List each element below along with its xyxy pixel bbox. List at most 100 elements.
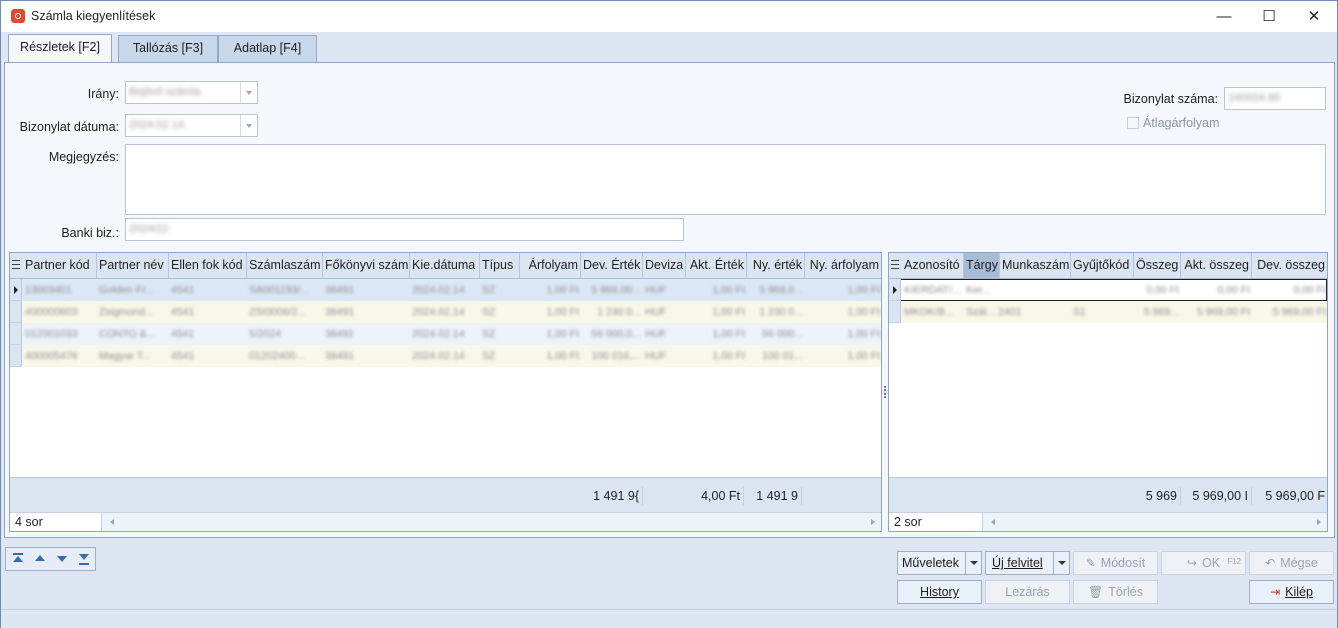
prev-record-button[interactable] (29, 548, 51, 570)
atlagarfolyam-checkbox[interactable] (1127, 117, 1139, 129)
megse-button[interactable]: ↶ Mégse (1249, 551, 1334, 575)
tab-adatlap[interactable]: Adatlap [F4] (218, 35, 317, 62)
cell-ny-arfolyam: 1,00 Ft (847, 306, 880, 318)
cell-tipus: SZ (482, 284, 496, 296)
irany-combo[interactable]: Bejövő számla (125, 81, 258, 104)
chevron-down-icon[interactable] (1053, 552, 1069, 574)
uj-felvitel-button[interactable]: Új felvitel (985, 551, 1070, 575)
scroll-left-icon[interactable] (991, 519, 995, 525)
irany-value: Bejövő számla (129, 86, 201, 98)
uj-felvitel-label: Új felvitel (992, 556, 1043, 570)
col-partner-nev[interactable]: Partner név (97, 253, 169, 278)
history-button[interactable]: History (897, 580, 982, 604)
col-akt-ertek[interactable]: Akt. Érték (686, 253, 747, 278)
cell-szamlaszam: 5/2024 (249, 328, 282, 340)
kilep-label: Kilép (1285, 585, 1313, 599)
cell-fokonyvi-szam: 38491 (325, 328, 355, 340)
cell-tipus: SZ (482, 350, 496, 362)
chevron-down-icon[interactable] (965, 552, 981, 574)
col-tipus[interactable]: Típus (480, 253, 520, 278)
col-ny-arfolyam[interactable]: Ny. árfolyam (805, 253, 881, 278)
modosit-button[interactable]: ✎ Módosít (1073, 551, 1158, 575)
col-targy[interactable]: Tárgy (964, 253, 1000, 278)
ok-label: OK (1202, 556, 1221, 570)
cell-ny-arfolyam: 1,00 Ft (847, 328, 880, 340)
torles-button[interactable]: 🗑 Törlés (1073, 580, 1158, 604)
row-indicator (889, 301, 901, 323)
table-row[interactable]: 400000603 Zsigmond... 4541 ZSI0006/2... … (10, 301, 881, 323)
cell-szamlaszam: SA001193/... (249, 284, 309, 296)
bizonylat-szama-input[interactable]: 240024.80 (1224, 87, 1326, 110)
table-row[interactable]: 012001033 CONTO &... 4541 5/2024 38491 2… (10, 323, 881, 345)
horizontal-scrollbar[interactable] (106, 516, 879, 529)
scroll-left-icon[interactable] (110, 519, 114, 525)
chevron-down-icon[interactable] (240, 82, 257, 103)
cell-munkaszam (1000, 279, 1071, 301)
ok-button[interactable]: ↪ OK F12 (1161, 551, 1246, 575)
scroll-right-icon[interactable] (871, 519, 875, 525)
title-bar[interactable]: Számla kiegyenlítések — ☐ ✕ (1, 1, 1337, 32)
maximize-button[interactable]: ☐ (1246, 1, 1292, 32)
col-munkaszam[interactable]: Munkaszám (1000, 253, 1071, 278)
megse-label: Mégse (1280, 556, 1318, 570)
cell-ny-ertek: 56 000... (762, 328, 803, 340)
scroll-right-icon[interactable] (1317, 519, 1321, 525)
col-ellen-fok-kod[interactable]: Ellen fok kód (169, 253, 247, 278)
enter-arrow-icon: ↪ (1186, 556, 1197, 570)
col-partner-kod[interactable]: Partner kód (23, 253, 97, 278)
grid-status-bar: 2 sor (889, 512, 1327, 531)
trash-icon: 🗑 (1088, 585, 1104, 599)
cell-ellen-fok-kod: 4541 (171, 306, 195, 318)
minimize-button[interactable]: — (1201, 1, 1247, 32)
irany-label: Irány: (87, 87, 119, 101)
col-akt-osszeg[interactable]: Akt. összeg (1181, 253, 1252, 278)
tab-reszletek[interactable]: Részletek [F2] (8, 34, 112, 63)
col-dev-ertek[interactable]: Dev. Érték (581, 253, 643, 278)
col-fokonyvi-szam[interactable]: Főkönyvi szám (323, 253, 410, 278)
cell-munkaszam (1024, 301, 1071, 323)
table-row[interactable]: KIERDAT/... Ker... 0,00 Ft 0,00 Ft 0,00 … (889, 279, 1327, 301)
col-szamlaszam[interactable]: Számlaszám (247, 253, 323, 278)
grid-summary-footer: 5 969 5 969,00 I 5 969,00 F (889, 477, 1327, 513)
col-dev-osszeg[interactable]: Dev. összeg (1252, 253, 1327, 278)
cell-arfolyam: 1,00 Ft (546, 328, 579, 340)
table-row[interactable]: 13003401 Golden Fr... 4541 SA001193/... … (10, 279, 881, 301)
banki-biz-input[interactable]: 2024/22 (125, 218, 684, 241)
table-row[interactable]: 400005476 Magyar T... 4541 01202400... 3… (10, 345, 881, 367)
last-record-button[interactable] (73, 548, 95, 570)
megjegyzes-textarea[interactable] (125, 144, 1326, 215)
col-deviza[interactable]: Deviza (643, 253, 686, 278)
bizonylat-datum-field[interactable]: 2024.02.14. (125, 114, 258, 137)
exit-icon: ⇥ (1270, 585, 1281, 599)
cell-ny-ertek: 100 01... (762, 350, 803, 362)
akt-osszeg-sum: 5 969,00 I (1181, 487, 1252, 505)
col-osszeg[interactable]: Összeg (1134, 253, 1181, 278)
table-row[interactable]: MKOK/B... Szál... 2401 S1 5 969... 5 969… (889, 301, 1327, 323)
col-kie-datuma[interactable]: Kie.dátuma (410, 253, 480, 278)
tab-tallozas[interactable]: Tallózás [F3] (118, 35, 218, 62)
arrow-down-icon (57, 556, 67, 562)
bizonylat-datum-label: Bizonylat dátuma: (19, 120, 119, 134)
muveletek-button[interactable]: Műveletek (897, 551, 982, 575)
col-arfolyam[interactable]: Árfolyam (520, 253, 581, 278)
col-ny-ertek[interactable]: Ny. érték (747, 253, 805, 278)
first-record-button[interactable] (7, 548, 29, 570)
banki-biz-value: 2024/22 (129, 223, 169, 235)
cell-kie-datuma: 2024.02.14 (412, 328, 465, 340)
col-gyujtokod[interactable]: Gyűjtőkód (1071, 253, 1134, 278)
col-azonosito[interactable]: Azonosító (902, 253, 964, 278)
splitter-grip-icon (884, 386, 886, 398)
calendar-dropdown-icon[interactable] (240, 115, 257, 136)
cell-ny-ertek: 1 230 0... (759, 306, 803, 318)
cell-deviza: HUF (645, 328, 667, 340)
cell-partner-kod: 13003401 (25, 284, 72, 296)
cell-tipus: SZ (482, 306, 496, 318)
lezaras-button[interactable]: Lezárás (985, 580, 1070, 604)
close-button[interactable]: ✕ (1291, 1, 1337, 32)
app-logo-icon (11, 9, 25, 23)
cell-gyujtokod: S1 (1073, 306, 1086, 318)
next-record-button[interactable] (51, 548, 73, 570)
cell-partner-nev: Zsigmond... (99, 306, 154, 318)
horizontal-scrollbar[interactable] (987, 516, 1325, 529)
kilep-button[interactable]: ⇥ Kilép (1249, 580, 1334, 604)
